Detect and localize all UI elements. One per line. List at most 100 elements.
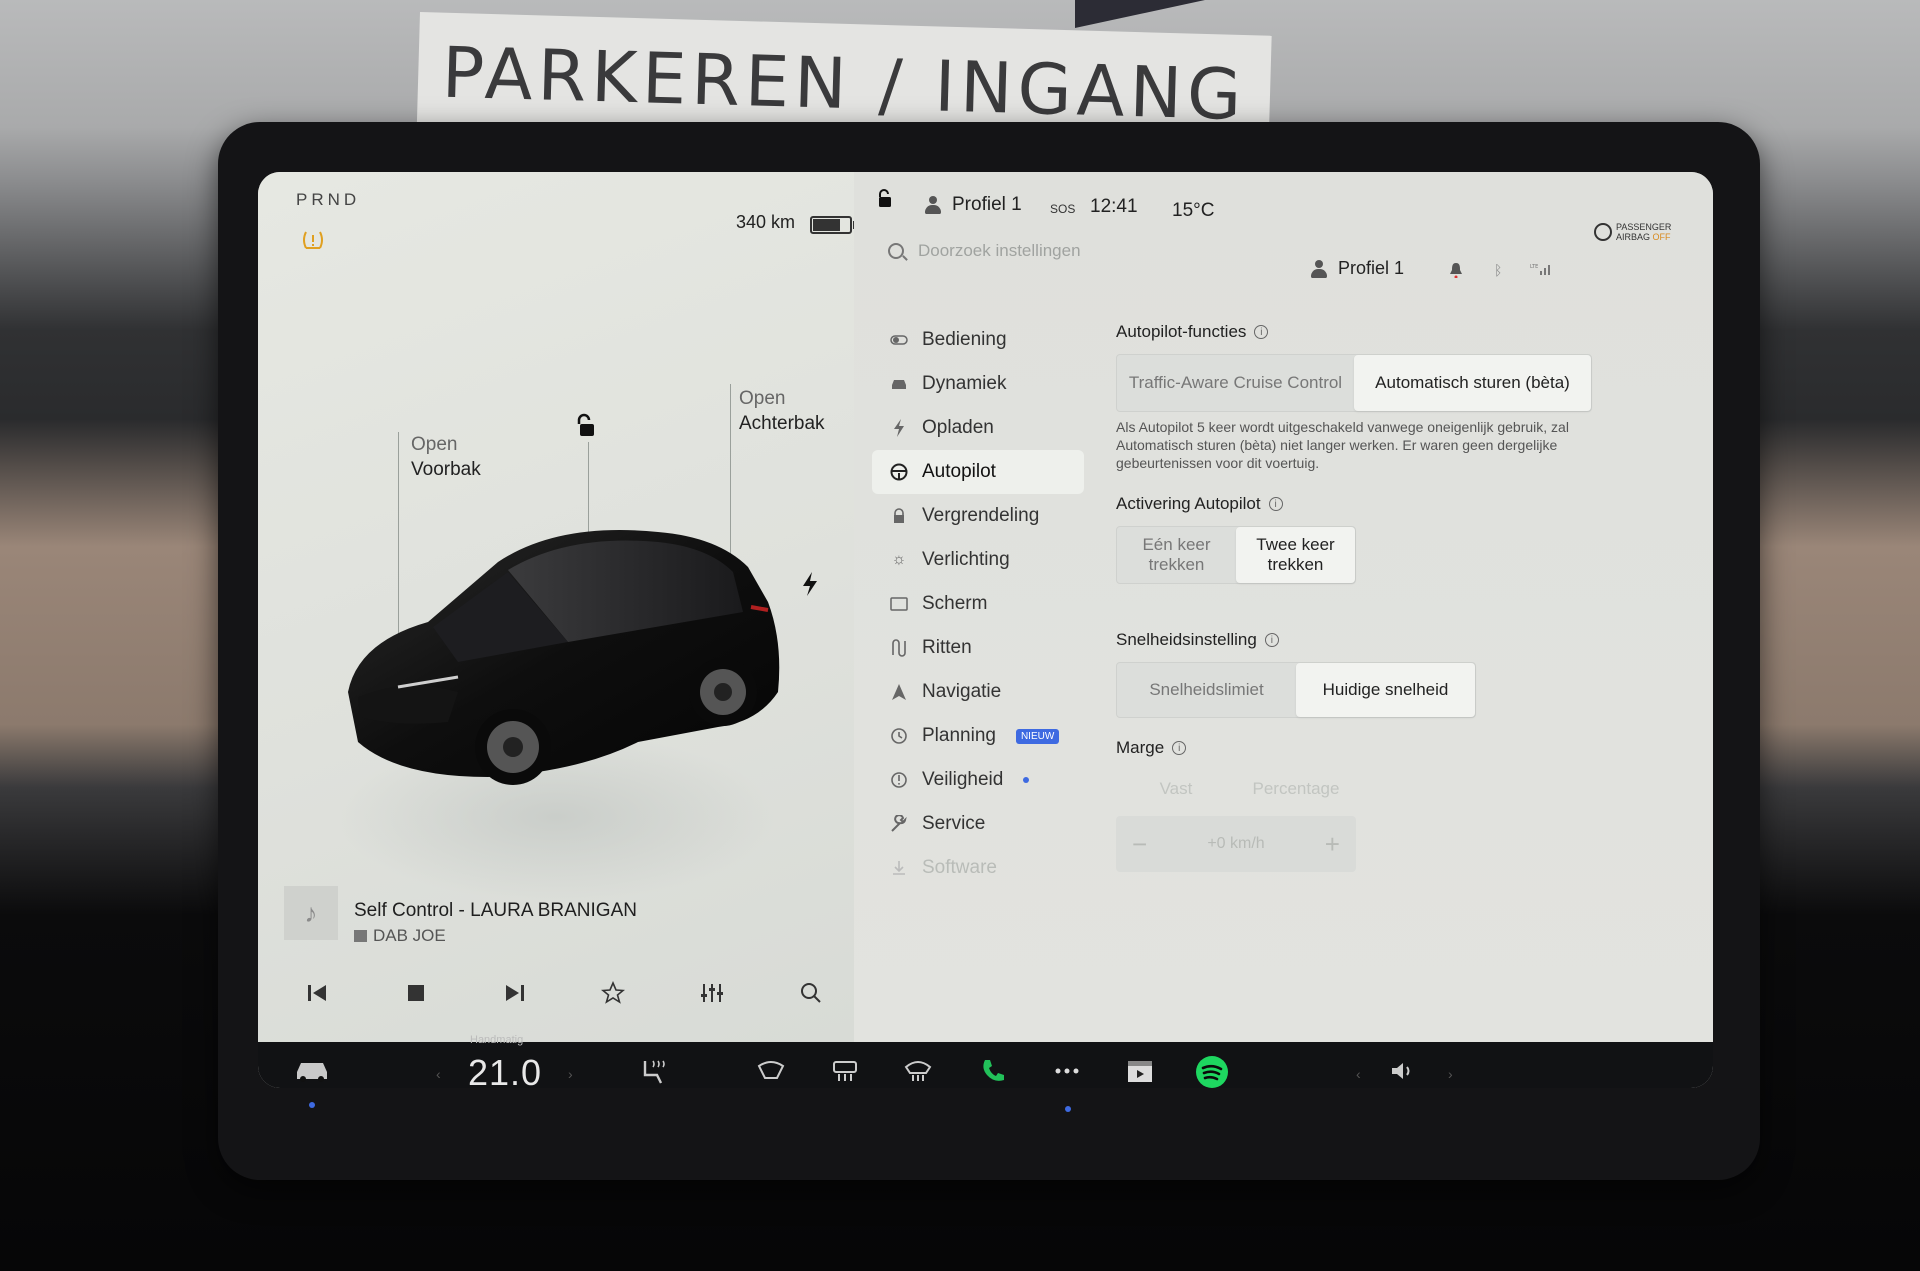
driver-profile-button[interactable]: Profiel 1 [924,194,1022,216]
navigation-icon [890,683,908,701]
info-icon[interactable]: i [1254,325,1269,339]
climate-mode-label: Handmatig [470,1034,524,1046]
option-pull-twice[interactable]: Twee keer trekken [1236,527,1355,583]
volume-down-button[interactable]: ‹ [1356,1066,1361,1082]
rear-defrost-icon [833,1061,857,1081]
info-icon[interactable]: i [1264,633,1279,647]
previous-track-button[interactable] [302,978,332,1008]
more-icon [1055,1068,1079,1074]
settings-nav: Bediening Dynamiek Opladen Autopilot Ver… [872,318,1084,890]
nav-ritten[interactable]: Ritten [872,626,1084,670]
theater-button[interactable] [1124,1056,1156,1086]
trips-icon [890,639,908,657]
activation-title: Activering Autopilot [1116,494,1261,513]
temp-up-button[interactable]: › [568,1066,573,1082]
nav-opladen[interactable]: Opladen [872,406,1084,450]
bluetooth-icon[interactable]: ᛒ [1494,262,1502,278]
margin-title: Marge [1116,738,1165,757]
nav-label: Software [922,857,997,878]
car-3d-model [348,530,780,785]
station-name: DAB JOE [354,926,446,946]
profile-header-button[interactable]: Profiel 1 [1310,258,1404,279]
equalizer-icon [701,984,724,1002]
nav-label: Dynamiek [922,373,1007,394]
lock-status-icon[interactable] [876,188,894,208]
open-frunk-button[interactable]: Open Voorbak [411,432,481,482]
active-dot [309,1102,315,1108]
trunk-name-label: Achterbak [739,413,825,434]
status-bar: Profiel 1 SOS 12:41 15°C PASSENGER AIRBA… [854,172,1713,242]
nav-autopilot[interactable]: Autopilot [872,450,1084,494]
volume-up-button[interactable]: › [1448,1066,1453,1082]
temp-down-button[interactable]: ‹ [436,1066,441,1082]
nav-software[interactable]: Software [872,846,1084,890]
option-current-speed[interactable]: Huidige snelheid [1296,663,1475,717]
media-search-button[interactable] [796,978,826,1008]
fan-button[interactable] [756,1058,786,1084]
favorite-button[interactable] [598,978,628,1008]
cabin-temperature[interactable]: 21.0 [468,1052,542,1094]
station-label: DAB JOE [373,926,446,945]
option-fixed[interactable]: Vast [1116,766,1236,812]
front-defrost-button[interactable] [903,1058,933,1084]
airbag-state: OFF [1652,232,1671,242]
stop-button[interactable] [401,978,431,1008]
track-title: Self Control - LAURA BRANIGAN [354,900,637,921]
nav-dynamiek[interactable]: Dynamiek [872,362,1084,406]
car-menu-button[interactable] [294,1058,330,1082]
nav-service[interactable]: Service [872,802,1084,846]
option-pull-once[interactable]: Eén keer trekken [1117,527,1236,583]
search-icon [800,983,821,1003]
rear-defrost-button[interactable] [830,1058,860,1084]
nav-planning[interactable]: Planning NIEUW [872,714,1084,758]
search-icon [888,243,904,259]
equalizer-button[interactable] [697,978,727,1008]
option-automatisch-sturen[interactable]: Automatisch sturen (bèta) [1354,355,1591,411]
increase-button[interactable]: + [1325,829,1340,860]
next-track-button[interactable] [500,978,530,1008]
settings-search[interactable]: Doorzoek instellingen [888,234,1268,268]
autopilot-features-selector: Traffic-Aware Cruise Control Automatisch… [1116,354,1592,412]
nav-label: Planning [922,725,996,746]
background-shape [1075,0,1205,28]
airflow-icon [757,1061,785,1079]
margin-type-selector: Vast Percentage [1116,766,1356,812]
airbag-line-2: AIRBAG [1616,232,1651,242]
seat-heater-button[interactable] [638,1056,668,1086]
frunk-action-label: Open [411,434,458,455]
info-icon[interactable]: i [1172,741,1187,755]
decrease-button[interactable]: − [1132,829,1147,860]
nav-navigatie[interactable]: Navigatie [872,670,1084,714]
svg-text:LTE: LTE [1530,264,1538,270]
range-readout: 340 km [736,212,796,232]
speed-title: Snelheidsinstelling [1116,630,1257,649]
outside-temperature: 15°C [1172,200,1215,221]
nav-veiligheid[interactable]: Veiligheid [872,758,1084,802]
more-apps-button[interactable] [1052,1056,1082,1086]
margin-value: +0 km/h [1207,835,1265,852]
option-speed-limit[interactable]: Snelheidslimiet [1117,663,1296,717]
option-percentage[interactable]: Percentage [1236,766,1356,812]
stop-icon [407,985,424,1001]
option-traffic-aware-cruise-control[interactable]: Traffic-Aware Cruise Control [1117,355,1354,411]
nav-label: Vergrendeling [922,505,1040,526]
info-icon[interactable]: i [1268,497,1283,511]
skip-back-icon [308,985,326,1001]
open-trunk-button[interactable]: Open Achterbak [739,386,825,436]
volume-button[interactable] [1388,1058,1418,1084]
star-icon [601,981,626,1004]
airbag-line-1: PASSENGER [1616,222,1672,232]
spotify-button[interactable] [1194,1054,1230,1090]
sos-indicator: SOS [1050,202,1076,216]
touchscreen: PRND 340 km Open Voorbak Open Achterbak [258,172,1713,1088]
settings-panel: Profiel 1 SOS 12:41 15°C PASSENGER AIRBA… [854,172,1713,1042]
nav-bediening[interactable]: Bediening [872,318,1084,362]
nav-vergrendeling[interactable]: Vergrendeling [872,494,1084,538]
car-unlock-icon[interactable] [572,412,600,440]
nav-scherm[interactable]: Scherm [872,582,1084,626]
nav-verlichting[interactable]: ☼ Verlichting [872,538,1084,582]
media-controls [284,978,844,1008]
notification-bell-icon[interactable] [1449,262,1463,278]
steering-wheel-icon [890,463,908,481]
phone-button[interactable] [978,1056,1008,1086]
